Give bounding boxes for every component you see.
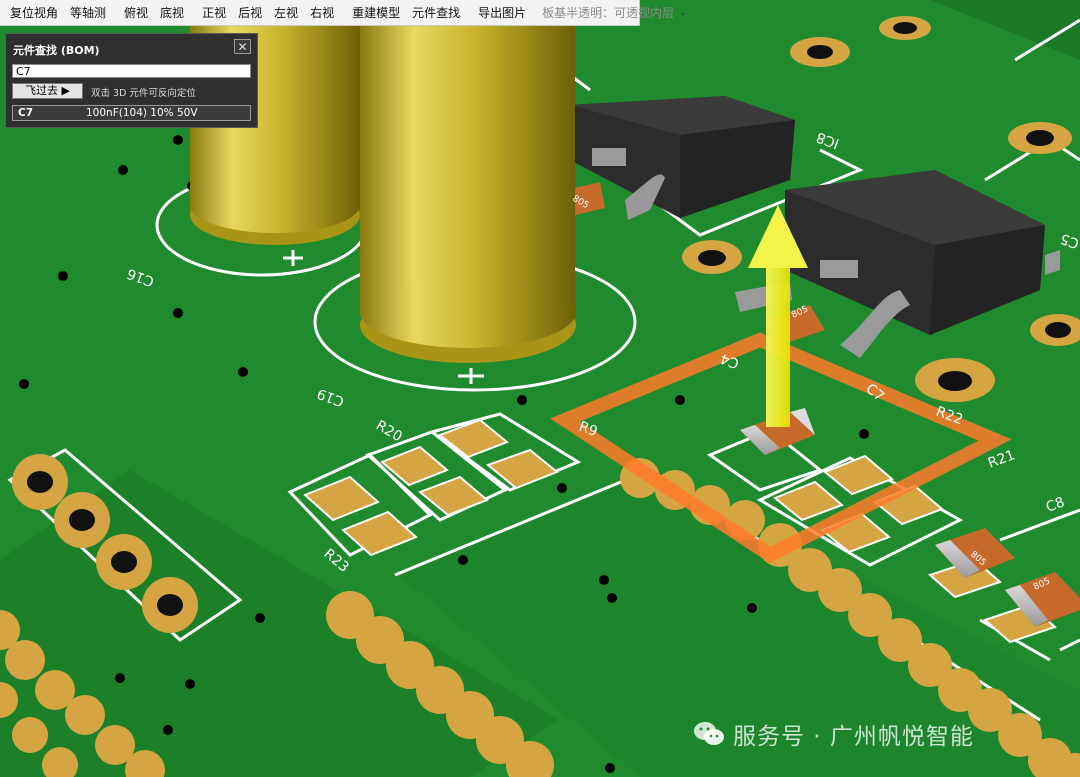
reset-view-button[interactable]: 复位视角: [4, 3, 64, 23]
component-search-input[interactable]: C7: [12, 64, 251, 78]
export-image-button[interactable]: 导出图片: [472, 3, 532, 23]
left-view-button[interactable]: 左视: [268, 3, 304, 23]
panel-title: 元件查找 (BOM): [13, 44, 100, 57]
close-icon[interactable]: ✕: [234, 39, 251, 54]
result-ref: C7: [18, 107, 34, 119]
find-component-button[interactable]: 元件查找: [406, 3, 466, 23]
front-view-button[interactable]: 正视: [196, 3, 232, 23]
isometric-view-button[interactable]: 等轴测: [64, 3, 112, 23]
bom-result-row[interactable]: C7 100nF(104) 10% 50V: [12, 105, 251, 121]
right-view-button[interactable]: 右视: [304, 3, 340, 23]
top-view-button[interactable]: 俯视: [118, 3, 154, 23]
rebuild-model-button[interactable]: 重建模型: [346, 3, 406, 23]
panel-hint: 双击 3D 元件可反向定位: [91, 88, 196, 99]
result-value: 100nF(104) 10% 50V: [86, 107, 198, 119]
watermark: 服务号 · 广州帆悦智能: [693, 716, 974, 752]
toolbar: 复位视角 等轴测 俯视 底视 正视 后视 左视 右视 重建模型 元件查找 导出图…: [0, 0, 687, 26]
back-view-button[interactable]: 后视: [232, 3, 268, 23]
bottom-view-button[interactable]: 底视: [154, 3, 190, 23]
wechat-icon: [694, 722, 724, 745]
transparency-label: 板基半透明：可透视内层: [542, 6, 675, 20]
fly-to-button[interactable]: 飞过去 ▶: [12, 83, 83, 99]
watermark-text: 服务号 · 广州帆悦智能: [733, 724, 974, 750]
bom-search-panel: 元件查找 (BOM) ✕ C7 飞过去 ▶ 双击 3D 元件可反向定位 C7 1…: [5, 33, 258, 128]
chevron-down-icon[interactable]: ⌄: [679, 8, 687, 18]
